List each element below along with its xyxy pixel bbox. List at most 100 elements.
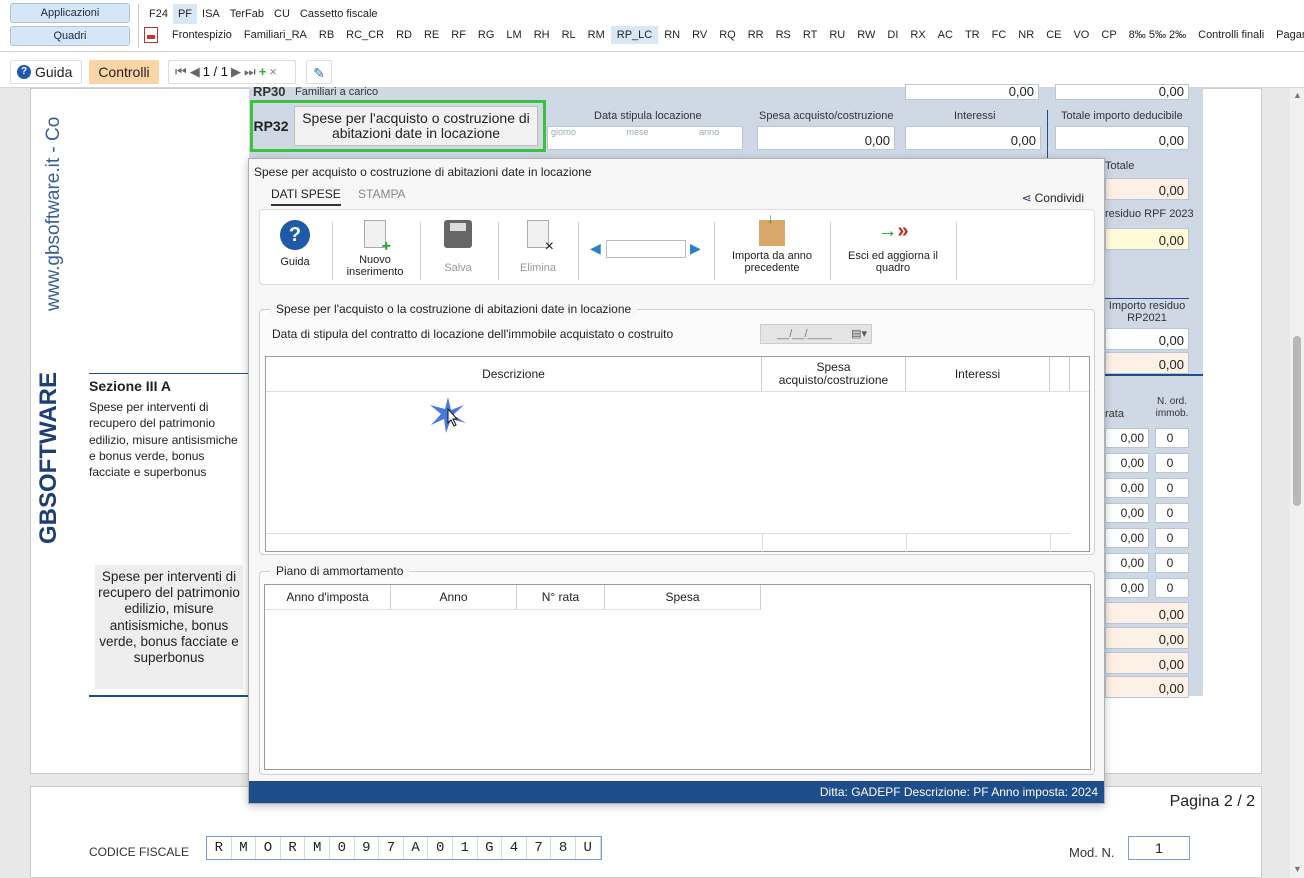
salva-button[interactable]: Salva [428,220,488,274]
quadro-rb[interactable]: RB [313,26,340,44]
quadro-rn[interactable]: RN [658,26,686,44]
quadro-rf[interactable]: RF [445,26,472,44]
tab-cassetto-fiscale[interactable]: Cassetto fiscale [295,4,383,24]
applicazioni-button[interactable]: Applicazioni [10,3,130,23]
quadro-permille[interactable]: 8‰ 5‰ 2‰ [1123,26,1192,44]
nord-field-7[interactable]: 0 [1155,578,1189,598]
guida-dialog-button[interactable]: ? Guida [268,220,322,268]
prev-page-icon[interactable]: ◀ [190,60,200,84]
quadro-nr[interactable]: NR [1012,26,1040,44]
totale-field[interactable]: 0,00 [1105,178,1189,200]
rata-field-4[interactable]: 0,00 [1105,503,1149,523]
total-field-3[interactable]: 0,00 [1105,652,1189,674]
first-page-icon[interactable]: ⏮ [175,60,187,84]
importo-residuo-field-2[interactable]: 0,00 [1105,352,1189,374]
rata-field-7[interactable]: 0,00 [1105,578,1149,598]
delete-page-icon[interactable]: × [269,60,277,84]
controlli-button[interactable]: Controlli [89,60,159,84]
quadro-controlli-finali[interactable]: Controlli finali [1192,26,1270,44]
rata-field-2[interactable]: 0,00 [1105,453,1149,473]
last-page-icon[interactable]: ⏭ [244,60,256,84]
rata-field-3[interactable]: 0,00 [1105,478,1149,498]
add-page-icon[interactable]: + [259,60,267,84]
elimina-button[interactable]: × Elimina [506,220,570,274]
totale-deducibile-field[interactable]: 0,00 [1055,126,1189,150]
data-stipula-input[interactable]: __/__/____ ▤▾ [760,324,872,344]
quadro-rm[interactable]: RM [582,26,611,44]
quadro-tr[interactable]: TR [959,26,986,44]
rp30-field-2[interactable]: 0,00 [1055,84,1189,100]
residuo-rpf-field[interactable]: 0,00 [1105,228,1189,250]
quadro-lm[interactable]: LM [500,26,527,44]
quadro-frontespizio[interactable]: Frontespizio [166,26,238,44]
brush-icon[interactable]: ✎ [306,60,332,84]
prev-record-icon[interactable]: ◀ [590,240,601,257]
quadro-cp[interactable]: CP [1095,26,1122,44]
tab-stampa[interactable]: STAMPA [358,187,406,201]
total-field-4[interactable]: 0,00 [1105,676,1189,698]
importa-button[interactable]: ↓ Importa da anno precedente [722,211,822,274]
record-navigator-input[interactable] [606,240,686,258]
quadro-rg[interactable]: RG [472,26,501,44]
quadro-rx[interactable]: RX [904,26,931,44]
importo-residuo-field-1[interactable]: 0,00 [1105,328,1189,350]
vertical-scrollbar[interactable]: ▲ ▼ [1290,88,1304,878]
nuovo-inserimento-button[interactable]: + Nuovo inserimento [340,220,410,278]
quadro-rt[interactable]: RT [797,26,823,44]
calendar-icon[interactable]: ▤▾ [851,325,867,343]
nord-field-3[interactable]: 0 [1155,478,1189,498]
tab-cu[interactable]: CU [269,4,295,24]
total-field-2[interactable]: 0,00 [1105,627,1189,649]
tab-terfab[interactable]: TerFab [225,4,269,24]
pdf-icon[interactable] [144,27,158,43]
nord-field-5[interactable]: 0 [1155,528,1189,548]
condividi-button[interactable]: ⋖ Condividi [1022,191,1084,205]
next-record-icon[interactable]: ▶ [690,240,701,257]
quadro-ce[interactable]: CE [1040,26,1067,44]
rp30-field-1[interactable]: 0,00 [905,84,1039,100]
nord-field-2[interactable]: 0 [1155,453,1189,473]
rata-field-6[interactable]: 0,00 [1105,553,1149,573]
total-field-1[interactable]: 0,00 [1105,602,1189,624]
tab-pf[interactable]: PF [172,4,198,24]
codice-fiscale-field[interactable]: R M O R M 0 9 7 A 0 1 G 4 7 8 U [206,836,602,860]
next-page-icon[interactable]: ▶ [231,60,241,84]
quadro-di[interactable]: DI [881,26,904,44]
quadro-vo[interactable]: VO [1067,26,1095,44]
guida-toolbar-button[interactable]: ? Guida [10,60,82,84]
quadro-familiari-ra[interactable]: Familiari_RA [238,26,313,44]
quadro-rp-lc[interactable]: RP_LC [610,26,659,44]
quadro-ac[interactable]: AC [932,26,959,44]
tab-isa[interactable]: ISA [197,4,225,24]
rp32-open-dialog-button[interactable]: Spese per l'acquisto o costruzione di ab… [294,106,538,146]
spesa-field[interactable]: 0,00 [757,126,895,150]
tab-dati-spese[interactable]: DATI SPESE [271,187,341,206]
rata-field-1[interactable]: 0,00 [1105,428,1149,448]
quadro-rl[interactable]: RL [556,26,582,44]
rata-field-5[interactable]: 0,00 [1105,528,1149,548]
quadro-rq[interactable]: RQ [713,26,742,44]
quadro-rs[interactable]: RS [770,26,797,44]
scrollbar-thumb[interactable] [1293,336,1301,506]
quadro-rw[interactable]: RW [851,26,881,44]
data-stipula-field[interactable]: giorno mese anno [547,126,743,150]
quadro-pagamenti[interactable]: Pagame [1270,26,1304,44]
esci-button[interactable]: →» Esci ed aggiorna il quadro [838,220,948,274]
quadro-rd[interactable]: RD [390,26,418,44]
mod-n-field[interactable]: 1 [1128,836,1190,860]
scroll-up-icon[interactable]: ▲ [1293,90,1302,100]
scroll-down-icon[interactable]: ▼ [1293,864,1302,874]
nord-field-4[interactable]: 0 [1155,503,1189,523]
quadro-rv[interactable]: RV [686,26,713,44]
tab-f24[interactable]: F24 [144,4,173,24]
nord-field-1[interactable]: 0 [1155,428,1189,448]
quadro-rr[interactable]: RR [742,26,770,44]
quadro-re[interactable]: RE [418,26,445,44]
quadro-fc[interactable]: FC [986,26,1013,44]
quadro-rc-cr[interactable]: RC_CR [340,26,390,44]
interessi-field[interactable]: 0,00 [905,126,1041,150]
nord-field-6[interactable]: 0 [1155,553,1189,573]
quadro-rh[interactable]: RH [528,26,556,44]
quadro-ru[interactable]: RU [823,26,851,44]
quadri-button[interactable]: Quadri [10,26,130,46]
